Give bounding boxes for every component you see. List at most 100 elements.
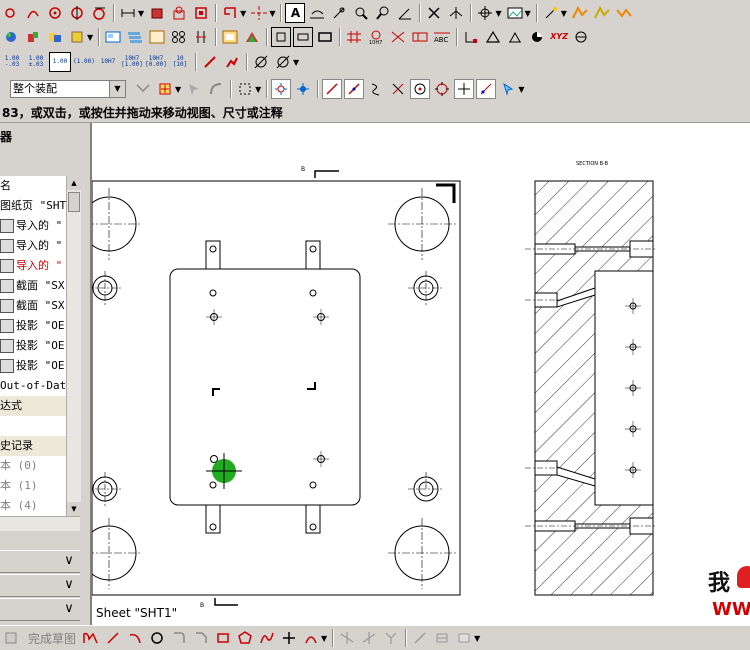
arc-center-icon[interactable] <box>410 79 431 99</box>
auto-constrain-icon[interactable] <box>454 628 474 648</box>
snap-all-icon[interactable] <box>271 79 292 99</box>
snap-arrows-icon[interactable] <box>293 79 313 99</box>
view-layout-icon[interactable] <box>103 27 123 47</box>
horizontal-scrollbar[interactable] <box>0 516 80 531</box>
tree-item[interactable]: 本 (4) <box>0 496 38 516</box>
point-on-curve-icon[interactable] <box>476 79 497 99</box>
abc-note-icon[interactable]: ABC <box>432 27 452 47</box>
chevron-down-icon[interactable]: ▼ <box>561 9 567 18</box>
panel-section-1[interactable]: ∨ <box>0 550 80 573</box>
profile-icon[interactable] <box>81 628 101 648</box>
sketch-icon[interactable] <box>570 3 590 23</box>
tree-item[interactable]: 导入的 " <box>0 236 62 256</box>
image-icon[interactable] <box>505 3 525 23</box>
tolerance-icon[interactable] <box>388 27 408 47</box>
tree-item[interactable]: 投影 "OE <box>0 356 65 376</box>
quick-extend-icon[interactable] <box>359 628 379 648</box>
circle-point-icon[interactable] <box>45 3 65 23</box>
constraint-icon[interactable] <box>592 3 612 23</box>
chevron-down-icon[interactable]: ▼ <box>269 9 275 18</box>
panel-section-3[interactable]: ∨ <box>0 598 80 621</box>
zoom-icon[interactable] <box>351 3 371 23</box>
tree-item[interactable]: 史记录 <box>0 436 66 456</box>
dimension-style-icon[interactable]: 1.00 <box>49 52 71 72</box>
make-corner-icon[interactable] <box>381 628 401 648</box>
chevron-down-icon[interactable]: ▼ <box>240 9 246 18</box>
snap-crosshair-icon[interactable] <box>475 3 495 23</box>
finish-sketch-button[interactable]: 完成草图 <box>28 630 76 647</box>
datum-icon[interactable] <box>461 27 481 47</box>
point-sketch-icon[interactable] <box>279 628 299 648</box>
scroll-down-icon[interactable]: ▼ <box>67 502 81 516</box>
arrow-path-icon[interactable] <box>206 79 226 99</box>
dimension-style-icon[interactable]: 10H7 <box>97 52 119 72</box>
studio-spline-icon[interactable] <box>257 628 277 648</box>
hole-table-icon[interactable]: 10H7 <box>366 27 386 47</box>
chevron-down-icon[interactable]: ∨ <box>61 577 77 593</box>
intersection-icon[interactable] <box>388 79 408 99</box>
dimension-style-icon[interactable]: 1.00 ±.03 <box>25 52 47 72</box>
feature-icon[interactable] <box>147 3 167 23</box>
section-view[interactable] <box>525 180 657 596</box>
quadrant-point-icon[interactable] <box>432 79 452 99</box>
break-view-icon[interactable] <box>191 27 211 47</box>
panel-section-2[interactable]: ∨ <box>0 574 80 597</box>
chevron-down-icon[interactable]: ▼ <box>495 9 501 18</box>
chamfer-icon[interactable] <box>191 628 211 648</box>
mid-point-icon[interactable] <box>344 79 365 99</box>
point-icon[interactable] <box>1 3 21 23</box>
chevron-down-icon[interactable]: ▼ <box>175 85 181 94</box>
arc-icon[interactable] <box>125 628 145 648</box>
triangle-icon[interactable] <box>483 27 503 47</box>
chevron-down-icon[interactable]: ▼ <box>293 58 299 67</box>
chevron-down-icon[interactable]: ▼ <box>138 9 144 18</box>
query-icon[interactable] <box>373 3 393 23</box>
finish-sketch-icon[interactable] <box>1 628 21 648</box>
tree-item[interactable]: 图纸页 "SHT <box>0 196 66 216</box>
arrow-select-icon[interactable] <box>184 79 204 99</box>
symbol-icon[interactable] <box>329 3 349 23</box>
scroll-up-icon[interactable]: ▲ <box>67 176 81 190</box>
circle-icon[interactable] <box>147 628 167 648</box>
display-icon[interactable] <box>67 27 87 47</box>
chevron-down-icon[interactable]: ▼ <box>321 634 327 643</box>
feature-control-icon[interactable] <box>410 27 430 47</box>
chevron-down-icon[interactable]: ▼ <box>87 33 93 42</box>
paint-icon[interactable] <box>23 27 43 47</box>
rectangle-sketch-icon[interactable] <box>213 628 233 648</box>
surface-finish-icon[interactable] <box>505 27 525 47</box>
update-view-icon[interactable] <box>242 27 262 47</box>
section-view-icon[interactable] <box>147 27 167 47</box>
snap-point-icon[interactable] <box>155 79 175 99</box>
line-icon[interactable] <box>103 628 123 648</box>
tree-item[interactable]: 投影 "OE <box>0 336 65 356</box>
tree-item[interactable]: 截面 "SX <box>0 276 65 296</box>
rectangle-icon[interactable] <box>315 27 335 47</box>
chevron-down-icon[interactable]: ▼ <box>525 9 531 18</box>
edit-feature-icon[interactable] <box>169 3 189 23</box>
tree-item[interactable]: 截面 "SX <box>0 296 65 316</box>
tree-item[interactable]: Out-of-Date <box>0 376 66 396</box>
curve-icon[interactable] <box>23 3 43 23</box>
centerline-icon[interactable] <box>249 3 269 23</box>
chevron-down-icon[interactable]: ∨ <box>61 553 77 569</box>
dimension-style-icon[interactable]: 1.00 -.03 <box>1 52 23 72</box>
diameter-icon[interactable] <box>251 52 271 72</box>
grid-icon[interactable] <box>344 27 364 47</box>
line-style-icon[interactable] <box>222 52 242 72</box>
text-annotation-icon[interactable]: A <box>285 3 306 23</box>
diameter-variant-icon[interactable] <box>273 52 293 72</box>
control-point-icon[interactable] <box>366 79 386 99</box>
table-icon[interactable] <box>220 3 240 23</box>
chevron-down-icon[interactable]: ▼ <box>109 81 125 97</box>
fillet-icon[interactable] <box>614 3 634 23</box>
angle-measure-icon[interactable] <box>395 3 415 23</box>
polygon-icon[interactable] <box>235 628 255 648</box>
xyz-coordinate-icon[interactable]: XYZ <box>549 27 569 47</box>
tree-item[interactable]: 达式 <box>0 396 66 416</box>
layer-icon[interactable] <box>45 27 65 47</box>
close-cross-icon[interactable] <box>424 3 444 23</box>
navigator-scrollbar[interactable]: ▲ ▼ <box>66 176 81 516</box>
drawing-canvas[interactable]: B B SECTION B-B <box>92 123 750 625</box>
drafting-view-icon[interactable] <box>220 27 240 47</box>
